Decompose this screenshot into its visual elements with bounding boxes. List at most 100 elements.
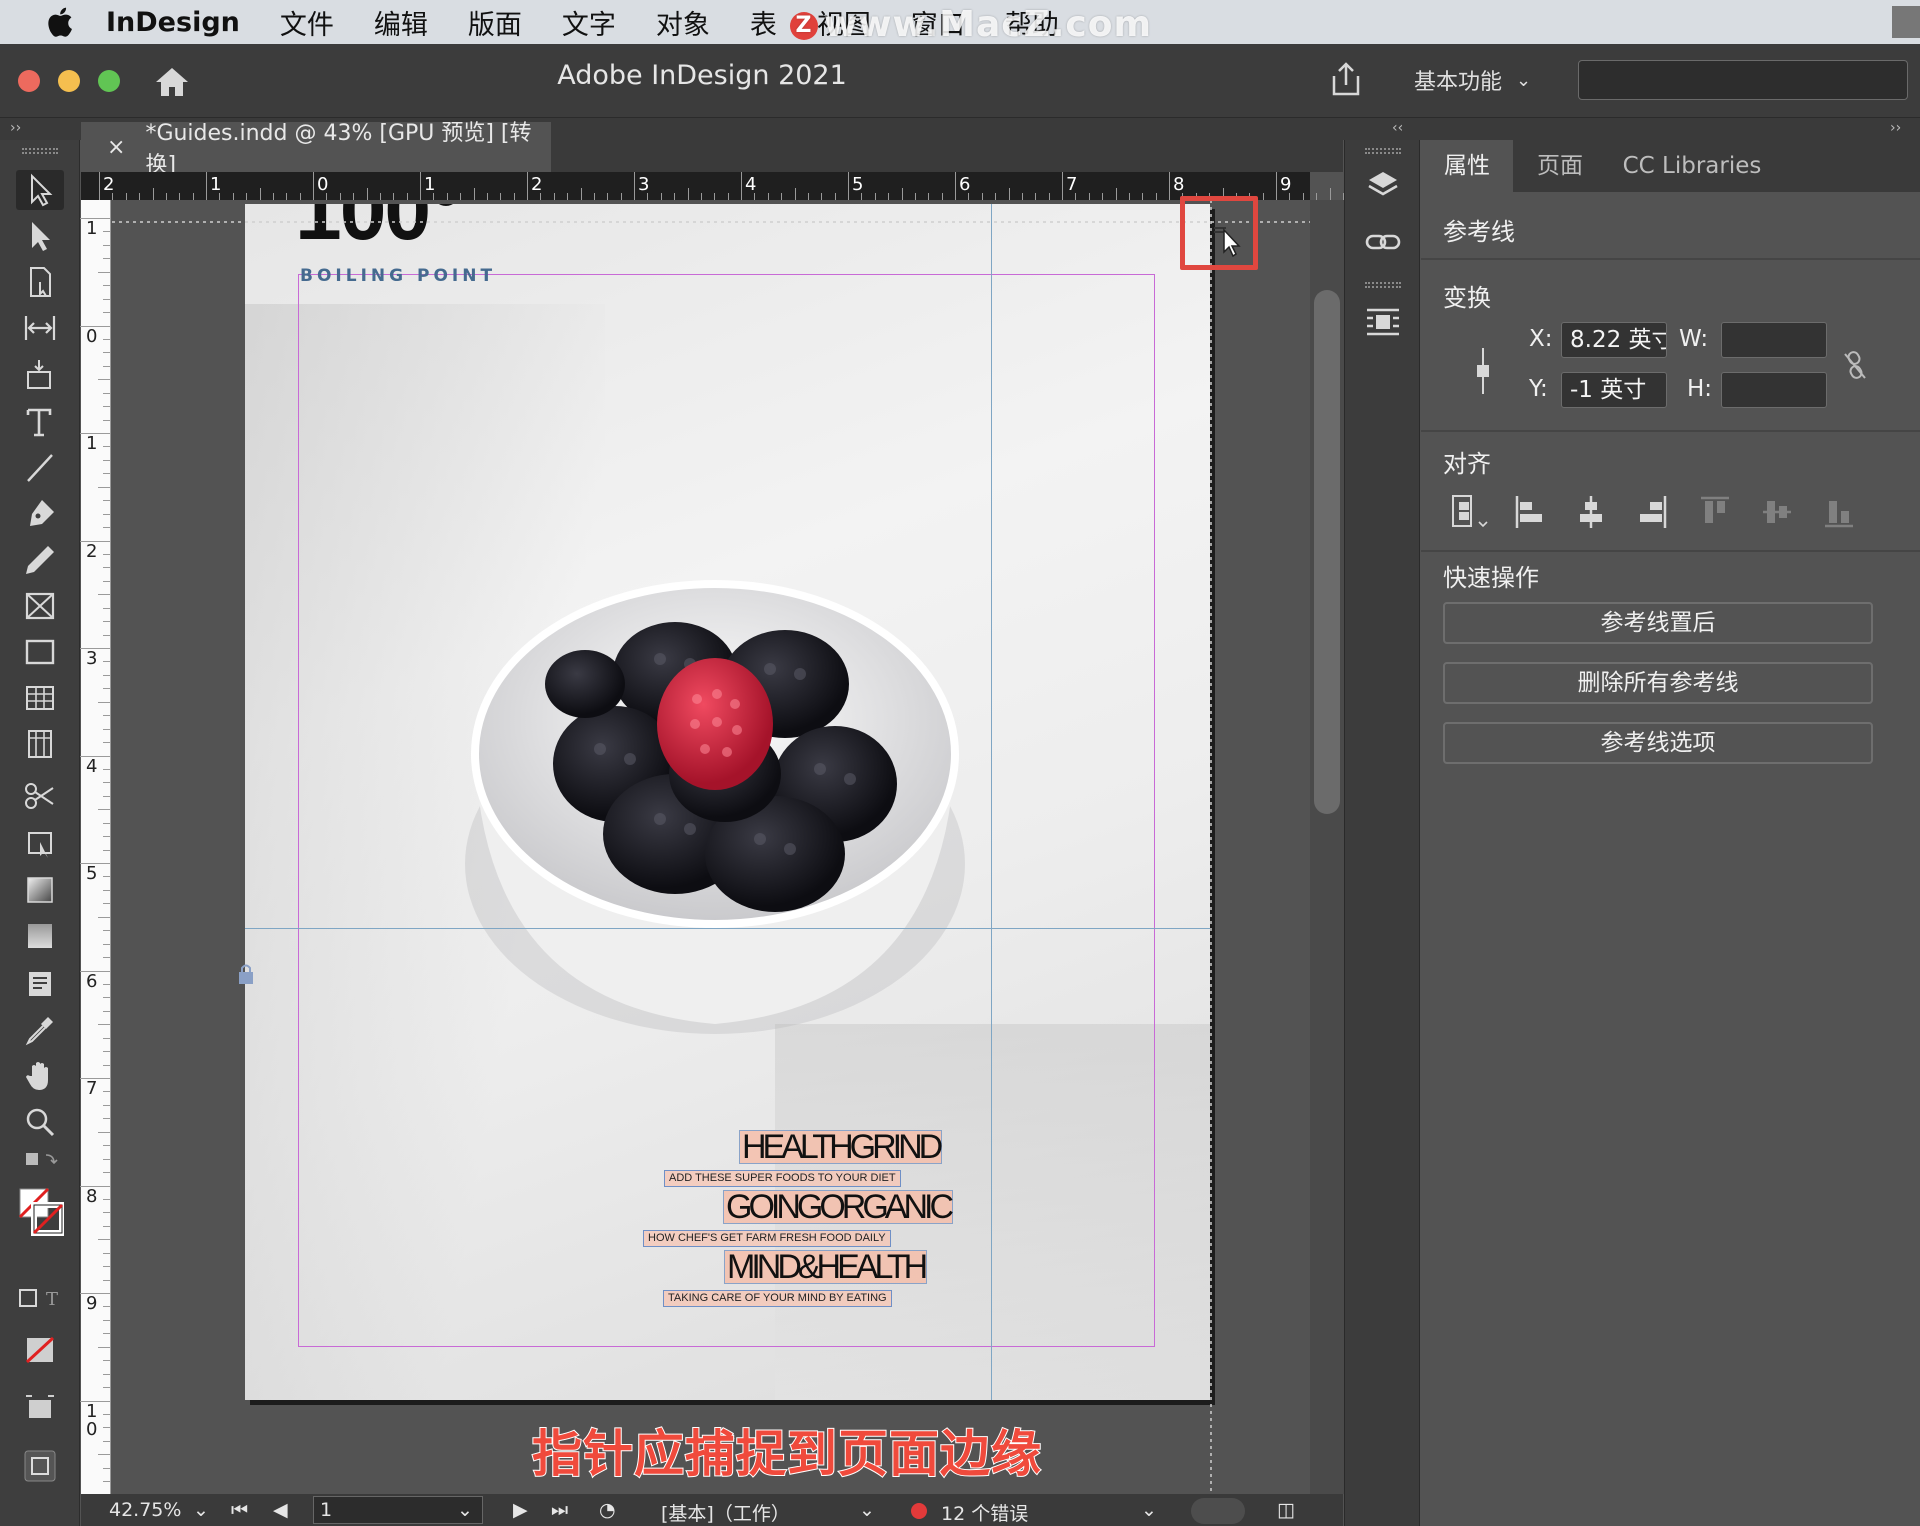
zoom-tool-icon[interactable] xyxy=(16,1102,64,1142)
menu-type[interactable]: 文字 xyxy=(562,3,616,42)
menu-file[interactable]: 文件 xyxy=(280,3,334,42)
note-tool-icon[interactable] xyxy=(16,964,64,1004)
masthead-number[interactable]: 100° xyxy=(295,204,463,259)
document-tab[interactable]: × *Guides.indd @ 43% [GPU 预览] [转换] xyxy=(81,121,551,178)
width-field[interactable] xyxy=(1721,322,1827,358)
workspace-switcher[interactable]: 基本功能 ⌄ xyxy=(1414,64,1531,96)
menu-edit[interactable]: 编辑 xyxy=(374,3,428,42)
y-position-field[interactable]: -1 英寸 xyxy=(1561,372,1667,408)
fill-stroke-swatch-icon[interactable] xyxy=(16,1184,64,1242)
align-vertical-center-icon[interactable] xyxy=(1759,492,1795,532)
formatting-affects-container-icon[interactable]: T xyxy=(16,1284,64,1314)
guide-options-button[interactable]: 参考线选项 xyxy=(1443,722,1873,764)
menu-layout[interactable]: 版面 xyxy=(468,3,522,42)
vertical-guide[interactable] xyxy=(991,204,992,1400)
story-subhead-1[interactable]: ADD THESE SUPER FOODS TO YOUR DIET xyxy=(664,1170,901,1187)
collapse-dock-icon[interactable]: ‹‹ xyxy=(1392,120,1403,136)
profile-chevron-down-icon[interactable]: ⌄ xyxy=(859,1499,875,1521)
rectangle-frame-tool-icon[interactable] xyxy=(16,586,64,626)
eyedropper-tool-icon[interactable] xyxy=(16,1010,64,1050)
page-tool-icon[interactable] xyxy=(16,262,64,302)
send-guides-to-back-button[interactable]: 参考线置后 xyxy=(1443,602,1873,644)
scrollbar-thumb[interactable] xyxy=(1314,290,1340,814)
apple-icon[interactable] xyxy=(40,5,78,39)
ruler-v-tick xyxy=(103,836,110,838)
menu-table[interactable]: 表 xyxy=(750,3,777,42)
align-top-icon[interactable] xyxy=(1697,492,1733,532)
first-page-icon[interactable]: ⏮ xyxy=(231,1499,248,1521)
last-page-icon[interactable]: ⏭ xyxy=(551,1499,568,1521)
vertical-scrollbar[interactable] xyxy=(1310,200,1344,1494)
preflight-profile[interactable]: [基本]（工作） xyxy=(661,1499,790,1526)
pencil-tool-icon[interactable] xyxy=(16,540,64,580)
selection-tool-icon[interactable] xyxy=(16,170,64,210)
type-tool-icon[interactable] xyxy=(16,402,64,442)
story-subhead-2[interactable]: HOW CHEF'S GET FARM FRESH FOOD DAILY xyxy=(643,1230,891,1247)
screen-mode-icon[interactable] xyxy=(16,1388,64,1428)
dock-grip-2[interactable] xyxy=(1365,282,1401,288)
expand-toolbar-icon[interactable]: ›› xyxy=(10,120,21,136)
toolbar-grip[interactable] xyxy=(22,148,58,154)
gradient-feather-tool-icon[interactable] xyxy=(16,916,64,956)
tab-cc-libraries[interactable]: CC Libraries xyxy=(1607,140,1777,192)
zoom-chevron-down-icon[interactable]: ⌄ xyxy=(193,1499,209,1521)
hand-tool-icon[interactable] xyxy=(16,1056,64,1096)
document-page[interactable]: 100° BOILING POINT HEALTHGRIND ADD THESE… xyxy=(245,204,1210,1400)
height-field[interactable] xyxy=(1721,372,1827,408)
story-subhead-3[interactable]: TAKING CARE OF YOUR MIND BY EATING xyxy=(663,1290,892,1307)
story-headline-1[interactable]: HEALTHGRIND xyxy=(739,1130,943,1164)
tab-properties[interactable]: 属性 xyxy=(1421,140,1513,192)
page-chevron-down-icon[interactable]: ⌄ xyxy=(457,1499,473,1521)
delete-all-guides-button[interactable]: 删除所有参考线 xyxy=(1443,662,1873,704)
zoom-level[interactable]: 42.75% xyxy=(109,1499,181,1521)
close-icon[interactable]: × xyxy=(107,135,125,160)
align-to-selection-icon[interactable] xyxy=(1449,492,1493,532)
expand-panels-icon[interactable]: ›› xyxy=(1890,120,1901,136)
align-bottom-icon[interactable] xyxy=(1821,492,1857,532)
grid-icon[interactable] xyxy=(16,724,64,764)
horizontal-scroll-thumb[interactable] xyxy=(1191,1498,1245,1524)
tab-pages[interactable]: 页面 xyxy=(1513,140,1607,192)
x-position-field[interactable]: 8.22 英寸 xyxy=(1561,322,1667,358)
rectangle-tool-icon[interactable] xyxy=(16,632,64,672)
previous-page-icon[interactable]: ◀ xyxy=(273,1499,288,1521)
free-transform-tool-icon[interactable] xyxy=(16,822,64,862)
horizontal-ruler[interactable]: 2 1 0 1 2 3 4 5 6 7 8 9 xyxy=(81,172,1371,200)
line-tool-icon[interactable] xyxy=(16,448,64,488)
direct-selection-tool-icon[interactable] xyxy=(16,216,64,256)
swap-fill-stroke-icon[interactable] xyxy=(16,1148,64,1178)
scissors-tool-icon[interactable] xyxy=(16,776,64,816)
search-input[interactable] xyxy=(1578,60,1908,100)
vertical-ruler[interactable]: 101234567891 0 xyxy=(80,200,111,1496)
constrain-proportions-icon[interactable] xyxy=(1841,348,1869,382)
apply-none-icon[interactable] xyxy=(16,1330,64,1370)
align-horizontal-center-icon[interactable] xyxy=(1573,492,1609,532)
split-window-icon[interactable]: ◫ xyxy=(1277,1499,1295,1521)
gap-tool-icon[interactable] xyxy=(16,308,64,348)
errors-chevron-down-icon[interactable]: ⌄ xyxy=(1141,1499,1157,1521)
next-page-icon[interactable]: ▶ xyxy=(513,1499,528,1521)
links-icon[interactable] xyxy=(1363,222,1403,262)
gradient-swatch-tool-icon[interactable] xyxy=(16,870,64,910)
story-headline-2[interactable]: GOINGORGANIC xyxy=(723,1190,954,1224)
dock-grip[interactable] xyxy=(1365,148,1401,154)
pen-tool-icon[interactable] xyxy=(16,494,64,534)
pasteboard[interactable]: 100° BOILING POINT HEALTHGRIND ADD THESE… xyxy=(112,200,1310,1494)
masthead-subtitle[interactable]: BOILING POINT xyxy=(300,266,496,286)
preflight-icon[interactable]: ◔ xyxy=(599,1499,616,1521)
horizontal-guide[interactable] xyxy=(245,928,1210,929)
error-count[interactable]: 12 个错误 xyxy=(941,1499,1028,1526)
text-wrap-icon[interactable] xyxy=(1363,302,1403,342)
content-collector-icon[interactable] xyxy=(16,354,64,394)
preview-mode-icon[interactable] xyxy=(16,1446,64,1486)
reference-point-icon[interactable] xyxy=(1471,346,1495,396)
menu-object[interactable]: 对象 xyxy=(656,3,710,42)
menu-app-name[interactable]: InDesign xyxy=(106,7,240,38)
align-left-icon[interactable] xyxy=(1511,492,1547,532)
story-headline-3[interactable]: MIND&HEALTH xyxy=(724,1250,928,1284)
menubar-status-item[interactable] xyxy=(1892,6,1920,38)
align-right-icon[interactable] xyxy=(1635,492,1671,532)
table-icon[interactable] xyxy=(16,678,64,718)
share-icon[interactable] xyxy=(1326,60,1366,100)
layers-icon[interactable] xyxy=(1363,166,1403,206)
